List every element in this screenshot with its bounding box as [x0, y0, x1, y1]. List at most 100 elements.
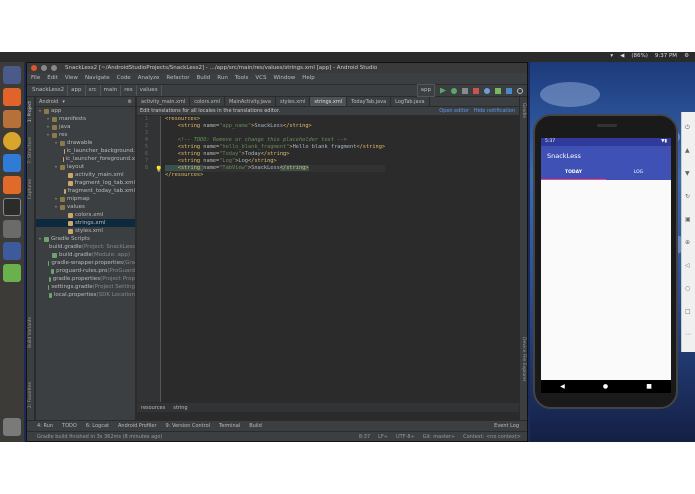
hide-notification-link[interactable]: Hide notification: [474, 107, 515, 116]
ubuntu-software-icon[interactable]: [3, 88, 21, 106]
tree-item[interactable]: ▾ mipmap: [36, 195, 135, 203]
editor-tab[interactable]: LogTab.java: [391, 97, 430, 106]
panel-settings-icon[interactable]: ⚙: [128, 97, 135, 106]
menu-item-analyze[interactable]: Analyze: [138, 73, 160, 84]
avd-manager-icon[interactable]: [495, 87, 501, 94]
bottom-tool-button[interactable]: Terminal: [219, 421, 240, 431]
overview-icon[interactable]: □: [685, 308, 691, 315]
chrome-icon[interactable]: [3, 132, 21, 150]
android-studio-icon[interactable]: [3, 264, 21, 282]
status-item[interactable]: Context: <no context>: [463, 432, 521, 442]
discord-icon[interactable]: [3, 242, 21, 260]
power-icon[interactable]: ⏻: [685, 124, 690, 132]
tool-tab-project[interactable]: 1: Project: [28, 101, 33, 122]
bottom-tool-button[interactable]: 4: Run: [37, 421, 53, 431]
phone-screen[interactable]: 5:37 ▼▮ SnackLess TODAY LOG ◀ ● ■: [541, 138, 671, 393]
tree-item[interactable]: gradle.properties (Project Prop: [36, 275, 135, 283]
open-editor-link[interactable]: Open editor: [439, 107, 469, 116]
breadcrumb-item[interactable]: SnackLess2: [29, 85, 69, 96]
ubuntu-logo-icon[interactable]: [3, 66, 21, 84]
tree-item[interactable]: strings.xml: [36, 219, 135, 227]
clock[interactable]: 9:37 PM: [655, 53, 677, 59]
rotate-icon[interactable]: ↻: [685, 193, 690, 200]
breadcrumb-item[interactable]: src: [86, 85, 101, 96]
tool-tab-structure[interactable]: 7: Structure: [28, 137, 33, 164]
tree-item[interactable]: gradle-wrapper.properties (Gra: [36, 259, 135, 267]
status-item[interactable]: UTF-8÷: [396, 432, 415, 442]
trash-icon[interactable]: [3, 418, 21, 436]
volume-down-icon[interactable]: ▼: [685, 170, 690, 177]
nav-back-icon[interactable]: ◀: [560, 383, 565, 390]
tree-item[interactable]: fragment_today_tab.xml: [36, 187, 135, 195]
menu-item-edit[interactable]: Edit: [47, 73, 58, 84]
tree-item[interactable]: ▾ values: [36, 203, 135, 211]
tree-item[interactable]: ic_launcher_background.: [36, 147, 135, 155]
tab-today[interactable]: TODAY: [541, 166, 606, 180]
tab-log[interactable]: LOG: [606, 166, 671, 180]
tool-tab-favorites[interactable]: 2: Favorites: [28, 382, 33, 408]
bottom-tool-button[interactable]: Build: [249, 421, 262, 431]
zoom-icon[interactable]: ⊕: [685, 239, 690, 246]
terminal-icon[interactable]: [3, 198, 21, 216]
files-icon[interactable]: [3, 110, 21, 128]
tree-item[interactable]: proguard-rules.pro (ProGuard: [36, 267, 135, 275]
screenshot-icon[interactable]: ▣: [685, 216, 691, 223]
volume-up-icon[interactable]: ▲: [685, 147, 690, 154]
tree-item[interactable]: colors.xml: [36, 211, 135, 219]
tool-tab-gradle[interactable]: Gradle: [521, 103, 526, 118]
editor-tab[interactable]: MainActivity.java: [225, 97, 276, 106]
breadcrumb-item[interactable]: res: [121, 85, 137, 96]
editor-tab[interactable]: styles.xml: [276, 97, 311, 106]
stop-icon[interactable]: [473, 87, 479, 94]
bottom-tool-button[interactable]: 9: Version Control: [166, 421, 211, 431]
close-window-icon[interactable]: [31, 65, 37, 71]
editor-tab[interactable]: TodayTab.java: [347, 97, 392, 106]
tree-item[interactable]: build.gradle (Module: app): [36, 251, 135, 259]
nav-recents-icon[interactable]: ■: [646, 383, 652, 390]
sync-gradle-icon[interactable]: [484, 87, 490, 94]
menu-item-build[interactable]: Build: [196, 73, 210, 84]
code-area[interactable]: <resources> <string name="app_name">Snac…: [165, 116, 386, 179]
breadcrumb-item[interactable]: app: [68, 85, 86, 96]
event-log-button[interactable]: Event Log: [494, 421, 527, 431]
lightbulb-icon[interactable]: 💡: [155, 166, 162, 173]
minimize-window-icon[interactable]: [41, 65, 47, 71]
project-view-select[interactable]: Android: [39, 97, 58, 106]
run-icon[interactable]: [440, 87, 446, 94]
tree-item[interactable]: ic_launcher_foreground.x: [36, 155, 135, 163]
debug-icon[interactable]: [451, 87, 457, 94]
menu-item-code[interactable]: Code: [117, 73, 131, 84]
search-icon[interactable]: [517, 87, 523, 94]
tree-item[interactable]: ▾ app: [36, 107, 135, 115]
settings-gear-icon[interactable]: ⚙: [684, 53, 689, 59]
tree-item[interactable]: ▾ java: [36, 123, 135, 131]
bottom-tool-button[interactable]: Android Profiler: [118, 421, 157, 431]
software-center-icon[interactable]: [3, 176, 21, 194]
breadcrumb-item[interactable]: values: [137, 85, 162, 96]
more-icon[interactable]: ⋯: [685, 331, 691, 338]
tree-item[interactable]: ▾ layout: [36, 163, 135, 171]
menu-item-help[interactable]: Help: [302, 73, 315, 84]
tree-item[interactable]: activity_main.xml: [36, 171, 135, 179]
breadcrumb-resources[interactable]: resources: [141, 403, 165, 412]
profile-icon[interactable]: [462, 87, 468, 94]
sublime-icon[interactable]: [3, 220, 21, 238]
back-icon[interactable]: ◁: [685, 262, 690, 269]
menu-item-file[interactable]: File: [31, 73, 40, 84]
status-item[interactable]: LF÷: [378, 432, 388, 442]
status-item[interactable]: Git: master÷: [423, 432, 455, 442]
tool-tab-build-variants[interactable]: Build Variants: [28, 317, 33, 348]
tree-item[interactable]: settings.gradle (Project Setting: [36, 283, 135, 291]
maximize-window-icon[interactable]: [51, 65, 57, 71]
bottom-tool-button[interactable]: 6: Logcat: [86, 421, 109, 431]
tree-item[interactable]: build.gradle (Project: SnackLess: [36, 243, 135, 251]
tree-item[interactable]: local.properties (SDK Location: [36, 291, 135, 299]
menu-item-view[interactable]: View: [65, 73, 78, 84]
document-icon[interactable]: [3, 154, 21, 172]
tree-item[interactable]: styles.xml: [36, 227, 135, 235]
tree-item[interactable]: ▾ drawable: [36, 139, 135, 147]
chevron-down-icon[interactable]: ▾: [62, 97, 65, 106]
run-config-select[interactable]: app: [416, 84, 435, 97]
tree-item[interactable]: ▾ res: [36, 131, 135, 139]
tree-item[interactable]: fragment_log_tab.xml: [36, 179, 135, 187]
